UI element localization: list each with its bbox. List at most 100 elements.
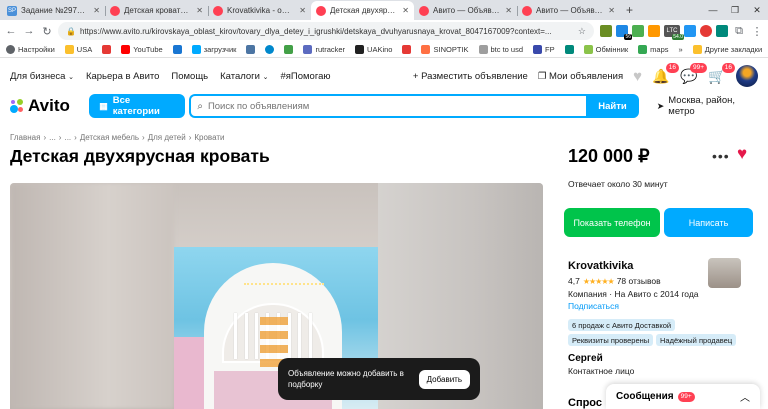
tab-title: Детская двухярусная кр: [330, 6, 398, 15]
ext-icon[interactable]: [600, 25, 612, 37]
search-button[interactable]: Найти: [586, 94, 639, 118]
ext-icon[interactable]: [716, 25, 728, 37]
avatar[interactable]: [736, 65, 758, 87]
breadcrumb-item[interactable]: Для детей: [148, 133, 186, 142]
close-window-icon[interactable]: ✕: [746, 0, 768, 20]
write-message-button[interactable]: Написать: [664, 208, 753, 237]
browser-tab[interactable]: Авито — Объявления н ✕: [517, 1, 620, 20]
browser-tab[interactable]: SP Задание №2974357 - п ✕: [2, 1, 105, 20]
reload-icon[interactable]: ↻: [40, 25, 54, 38]
bookmark[interactable]: rutracker: [303, 45, 345, 54]
nav-career[interactable]: Карьера в Авито: [86, 71, 159, 82]
search-placeholder: Поиск по объявлениям: [207, 100, 310, 112]
youtube-icon: [121, 45, 131, 54]
breadcrumb-item[interactable]: ...: [49, 133, 56, 142]
ext-icon[interactable]: [632, 25, 644, 37]
favorite-heart-icon[interactable]: ♥: [737, 144, 747, 164]
messages-panel[interactable]: Сообщения 99+ ︿: [606, 384, 760, 409]
more-icon[interactable]: •••: [712, 148, 730, 164]
toast-add-button[interactable]: Добавить: [418, 369, 470, 389]
bookmark[interactable]: [172, 45, 182, 54]
breadcrumb-item[interactable]: Детская мебель: [80, 133, 139, 142]
bookmark[interactable]: [265, 45, 275, 54]
breadcrumb-item[interactable]: Главная: [10, 133, 40, 142]
new-tab-button[interactable]: +: [620, 3, 639, 20]
bookmark[interactable]: btc to usd: [478, 45, 523, 54]
page-title: Детская двухярусная кровать: [10, 146, 270, 166]
maximize-icon[interactable]: ❐: [724, 0, 746, 20]
bookmark[interactable]: USA: [64, 45, 92, 54]
browser-tab-active[interactable]: Детская двухярусная кр ✕: [311, 1, 414, 20]
browser-tab[interactable]: Детская кровать черда ✕: [105, 1, 208, 20]
chevron-right-icon[interactable]: »: [679, 45, 683, 54]
forward-icon[interactable]: →: [22, 25, 36, 37]
reviews-link[interactable]: 78 отзывов: [617, 276, 661, 286]
bookmark[interactable]: [564, 45, 574, 54]
all-categories-button[interactable]: ▦ Все категории: [89, 94, 186, 118]
notifications-icon[interactable]: 🔔 16: [652, 62, 679, 85]
nav-help[interactable]: Помощь: [171, 71, 208, 82]
close-icon[interactable]: ✕: [608, 6, 615, 15]
url-text[interactable]: https://www.avito.ru/kirovskaya_oblast_k…: [80, 27, 574, 36]
close-icon[interactable]: ✕: [93, 6, 100, 15]
bookmark[interactable]: Обмінник: [583, 45, 628, 54]
post-ad-link[interactable]: + Разместить объявление: [413, 71, 528, 82]
nav-catalogs[interactable]: Каталоги ⌄: [220, 71, 268, 82]
bookmark[interactable]: YouTube: [121, 45, 163, 54]
ext-icon[interactable]: [648, 25, 660, 37]
folder-icon: [692, 45, 702, 54]
search-input[interactable]: ⌕ Поиск по объявлениям: [189, 94, 587, 118]
nav-hashtag[interactable]: #яПомогаю: [280, 71, 330, 82]
puzzle-icon[interactable]: ⧉: [732, 25, 746, 38]
other-bookmarks[interactable]: Другие закладки: [692, 45, 762, 54]
seller-avatar[interactable]: [708, 258, 741, 288]
menu-icon[interactable]: ⋮: [750, 25, 764, 38]
bookmark[interactable]: maps: [638, 45, 669, 54]
bookmark[interactable]: [102, 45, 112, 54]
address-bar[interactable]: 🔒 https://www.avito.ru/kirovskaya_oblast…: [58, 22, 594, 40]
messages-count: 99+: [677, 391, 695, 402]
location-arrow-icon: ➤: [656, 100, 665, 111]
ask-heading: Спрос: [568, 397, 602, 409]
location-selector[interactable]: ➤ Москва, район, метро: [657, 95, 758, 117]
messages-icon[interactable]: 💬 99+: [680, 62, 707, 85]
chevron-down-icon: ⌄: [262, 73, 269, 81]
ext-icon[interactable]: 56: [616, 25, 632, 40]
nav-business[interactable]: Для бизнеса ⌄: [10, 71, 74, 82]
back-icon[interactable]: ←: [4, 25, 18, 37]
browser-tab[interactable]: Авито — Объявления н ✕: [414, 1, 517, 20]
site-top-nav: Для бизнеса ⌄ Карьера в Авито Помощь Кат…: [0, 58, 768, 94]
search-row: Avito ▦ Все категории ⌕ Поиск по объявле…: [0, 94, 768, 118]
my-ads-link[interactable]: ❐ Мои объявления: [538, 71, 623, 82]
bookmark[interactable]: UAKino: [355, 45, 392, 54]
ltc-icon[interactable]: LTC 54.0: [664, 25, 684, 40]
ext-icon[interactable]: [700, 25, 712, 37]
ext-icon[interactable]: [684, 25, 696, 37]
bookmark[interactable]: [402, 45, 412, 54]
favorites-icon[interactable]: ♥: [633, 68, 642, 85]
close-icon[interactable]: ✕: [402, 6, 409, 15]
subscribe-link[interactable]: Подписаться: [568, 301, 619, 311]
exchange-icon: [583, 45, 593, 54]
bookmarks-bar: Настройки USA YouTube загрузчик rutracke…: [0, 42, 768, 58]
avito-logo[interactable]: Avito: [10, 96, 89, 116]
bookmark[interactable]: FP: [533, 45, 555, 54]
star-icon[interactable]: ☆: [578, 26, 586, 37]
close-icon[interactable]: ✕: [196, 6, 203, 15]
bookmark[interactable]: SINOPTIK: [421, 45, 469, 54]
cart-icon[interactable]: 🛒 16: [708, 62, 735, 85]
chevron-up-icon[interactable]: ︿: [740, 389, 750, 404]
bookmark[interactable]: [284, 45, 294, 54]
close-icon[interactable]: ✕: [299, 6, 306, 15]
bookmark[interactable]: Настройки: [6, 45, 55, 54]
breadcrumb-item[interactable]: Кровати: [194, 133, 224, 142]
show-phone-button[interactable]: Показать телефон: [564, 208, 660, 237]
bookmark[interactable]: [246, 45, 256, 54]
close-icon[interactable]: ✕: [505, 6, 512, 15]
seller-name[interactable]: Krovatkivika: [568, 260, 633, 272]
browser-tab[interactable]: Krovatkivika - официал ✕: [208, 1, 311, 20]
lock-icon[interactable]: 🔒: [66, 27, 76, 36]
minimize-icon[interactable]: —: [702, 0, 724, 20]
bookmark[interactable]: загрузчик: [191, 45, 236, 54]
breadcrumb-item[interactable]: ...: [64, 133, 71, 142]
